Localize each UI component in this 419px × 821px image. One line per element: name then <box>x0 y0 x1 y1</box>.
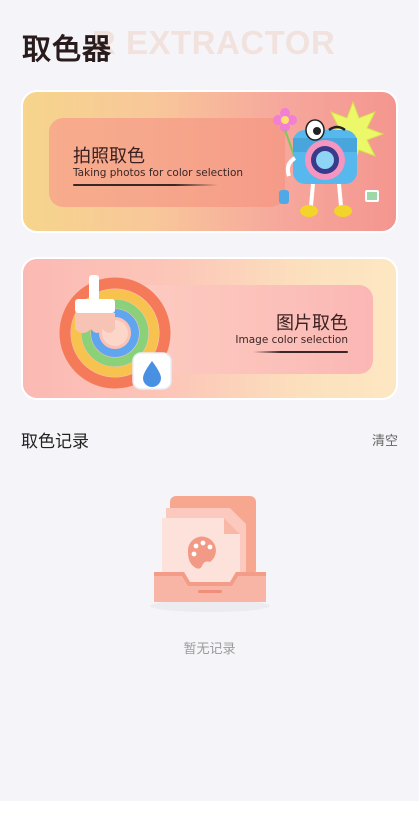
image-color-pick-card[interactable]: 图片取色 Image color selection <box>21 257 398 400</box>
card-underline <box>73 184 218 186</box>
card-subtitle: Taking photos for color selection <box>73 167 244 179</box>
empty-history-text: 暂无记录 <box>183 642 236 657</box>
camera-character-icon <box>273 100 385 217</box>
empty-palette-tray-icon <box>150 496 270 612</box>
card-underline <box>253 351 348 353</box>
card-subtitle: Image color selection <box>235 334 348 346</box>
card-title: 图片取色 <box>276 313 348 334</box>
clear-history-button[interactable]: 清空 <box>372 430 398 449</box>
rainbow-brush-icon <box>59 275 172 390</box>
card-title: 拍照取色 <box>73 146 145 167</box>
camera-color-pick-card[interactable]: 拍照取色 Taking photos for color selection <box>21 90 398 233</box>
header-background-text: R EXTRACTOR <box>92 24 336 61</box>
page-title: 取色器 <box>22 32 113 66</box>
bottom-bar <box>0 801 419 821</box>
header: R EXTRACTOR 取色器 <box>0 0 419 80</box>
history-section-title: 取色记录 <box>21 432 89 452</box>
